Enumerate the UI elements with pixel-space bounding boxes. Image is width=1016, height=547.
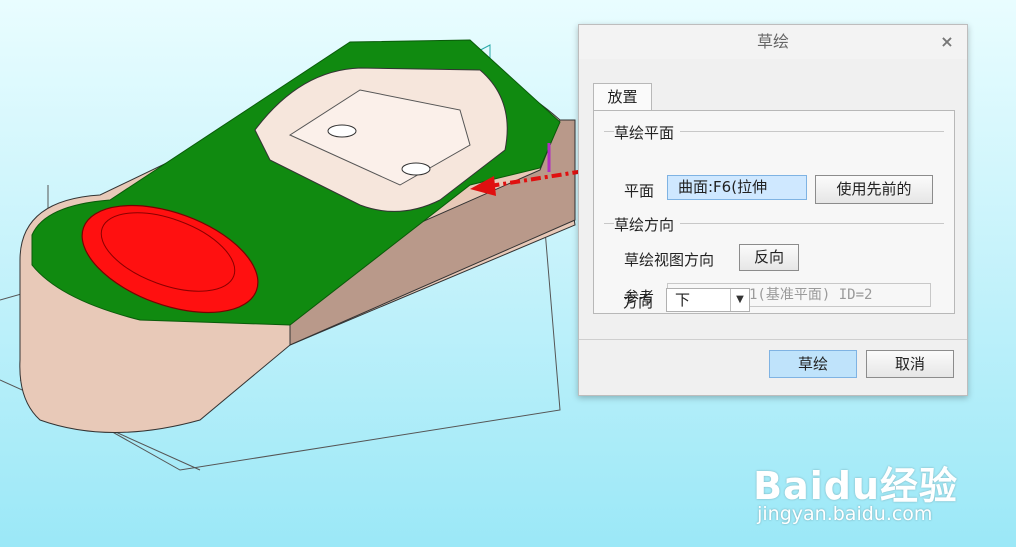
cancel-button[interactable]: 取消: [866, 350, 954, 378]
pocket-hole-2: [401, 162, 431, 176]
dialog-separator: [579, 339, 967, 340]
watermark-brand: Baidu经验: [753, 464, 958, 508]
plane-label: 平面: [624, 182, 655, 200]
sketch-button[interactable]: 草绘: [769, 350, 857, 378]
sketch-orientation-group-title: 草绘方向: [614, 214, 681, 235]
pocket-hole-1: [327, 124, 357, 138]
orientation-label: 方向: [623, 293, 654, 311]
tab-placement[interactable]: 放置: [593, 83, 652, 111]
watermark-url: jingyan.baidu.com: [757, 503, 933, 525]
close-icon[interactable]: ×: [939, 25, 955, 59]
baidu-watermark: Baidu经验 jingyan.baidu.com: [753, 455, 958, 525]
chevron-down-icon[interactable]: ▼: [730, 289, 749, 311]
orientation-value: 下: [675, 291, 691, 309]
view-direction-label: 草绘视图方向: [624, 251, 715, 269]
plane-selection-field[interactable]: 曲面:F6(拉伸: [667, 175, 807, 200]
dialog-titlebar: 草绘 ×: [579, 25, 967, 59]
sketch-dialog: 草绘 × 放置 草绘平面 平面 曲面:F6(拉伸 使用先前的 草绘方向 草绘视图…: [578, 24, 968, 396]
sketch-plane-group-title: 草绘平面: [614, 122, 681, 143]
flip-button[interactable]: 反向: [739, 244, 799, 271]
dialog-title: 草绘: [756, 32, 789, 51]
orientation-select[interactable]: 下 ▼: [666, 288, 750, 312]
use-previous-button[interactable]: 使用先前的: [815, 175, 933, 204]
placement-panel: 草绘平面 平面 曲面:F6(拉伸 使用先前的 草绘方向 草绘视图方向 反向 参考…: [593, 110, 955, 314]
